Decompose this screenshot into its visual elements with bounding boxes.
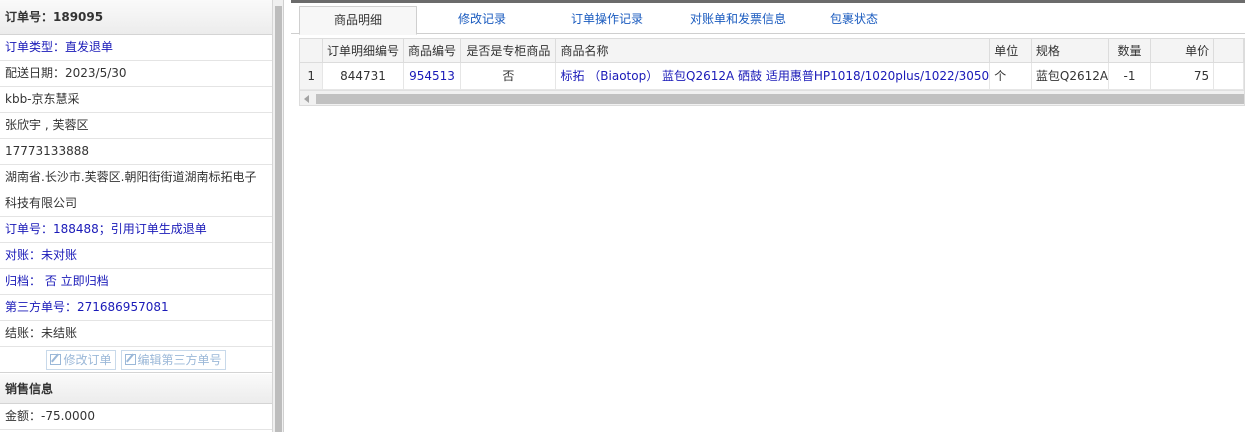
order-info-panel: 订单号：189095 订单类型：直发退单 配送日期：2023/5/30 kbb-…: [0, 0, 273, 432]
order-number-header: 订单号：189095: [0, 0, 272, 35]
edit-icon: [124, 354, 136, 365]
col-header-unit[interactable]: 单位: [989, 39, 1032, 63]
tab-change-log[interactable]: 修改记录: [437, 6, 527, 34]
edit-icon: [50, 354, 62, 365]
tab-statement-invoice[interactable]: 对账单和发票信息: [673, 6, 803, 34]
col-header-qty[interactable]: 数量: [1108, 39, 1151, 63]
cell-product-no-link[interactable]: 954513: [403, 62, 462, 90]
left-scrollbar[interactable]: [275, 6, 282, 432]
scroll-left-arrow-icon[interactable]: [304, 95, 309, 103]
contact-name: 张欣宇 , 芙蓉区: [0, 113, 272, 139]
col-header-product-name[interactable]: 商品名称: [555, 39, 991, 63]
cell-detail-no: 844731: [322, 62, 404, 90]
customer-channel: kbb-京东慧采: [0, 87, 272, 113]
edit-order-button[interactable]: 修改订单: [46, 349, 116, 370]
address-line-1: 湖南省.长沙市.芙蓉区.朝阳街街道湖南标拓电子: [5, 170, 257, 184]
cell-filler: [1213, 62, 1244, 90]
tabs-top-border: [291, 0, 1245, 3]
order-type: 订单类型：直发退单: [0, 35, 272, 61]
row-number: 1: [300, 62, 324, 90]
cell-price: 75: [1150, 62, 1215, 90]
row-number-header: [300, 39, 324, 63]
cell-unit: 个: [989, 62, 1032, 90]
edit-order-label: 修改订单: [63, 352, 112, 367]
edit-third-party-label: 编辑第三方单号: [137, 352, 222, 367]
col-header-is-counter[interactable]: 是否是专柜商品: [460, 39, 557, 63]
order-detail-area: 商品明细 修改记录 订单操作记录 对账单和发票信息 包裹状态 订单明细编号 商品…: [291, 0, 1245, 432]
table-row[interactable]: 1 844731 954513 否 标拓 （Biaotop） 蓝包Q2612A …: [300, 62, 1244, 90]
tab-product-details[interactable]: 商品明细: [299, 6, 417, 35]
address-line-2: 科技有限公司: [0, 191, 272, 217]
grid-header-row: 订单明细编号 商品编号 是否是专柜商品 商品名称 单位 规格 数量 单价: [300, 39, 1244, 63]
product-grid: 订单明细编号 商品编号 是否是专柜商品 商品名称 单位 规格 数量 单价 1 8…: [299, 38, 1245, 106]
col-header-detail-no[interactable]: 订单明细编号: [322, 39, 404, 63]
panel-splitter[interactable]: [273, 0, 284, 432]
sales-info-header: 销售信息: [0, 374, 272, 404]
archive-status[interactable]: 归档： 否 立即归档: [0, 269, 272, 295]
grid-horizontal-scrollbar[interactable]: [300, 90, 1244, 105]
edit-third-party-button[interactable]: 编辑第三方单号: [120, 349, 226, 370]
col-header-spec[interactable]: 规格: [1031, 39, 1110, 63]
referenced-order[interactable]: 订单号：188488；引用订单生成退单: [0, 217, 272, 243]
tab-package-status[interactable]: 包裹状态: [821, 6, 887, 34]
cell-is-counter: 否: [460, 62, 557, 90]
contact-phone: 17773133888: [0, 139, 272, 165]
tab-order-operation-log[interactable]: 订单操作记录: [553, 6, 661, 34]
reconciliation-status[interactable]: 对账：未对账: [0, 243, 272, 269]
col-header-filler: [1213, 39, 1244, 63]
cell-qty: -1: [1108, 62, 1151, 90]
detail-tabs: 商品明细 修改记录 订单操作记录 对账单和发票信息 包裹状态: [291, 0, 1245, 35]
delivery-date: 配送日期：2023/5/30: [0, 61, 272, 87]
cell-spec: 蓝包Q2612A: [1031, 62, 1110, 90]
sales-amount: 金额：-75.0000: [0, 404, 272, 430]
product-table: 订单明细编号 商品编号 是否是专柜商品 商品名称 单位 规格 数量 单价 1 8…: [300, 39, 1244, 90]
col-header-product-no[interactable]: 商品编号: [403, 39, 462, 63]
cell-product-name-link[interactable]: 标拓 （Biaotop） 蓝包Q2612A 硒鼓 适用惠普HP1018/1020…: [555, 62, 991, 90]
scrollbar-thumb[interactable]: [316, 94, 1244, 104]
settlement-status: 结账：未结账: [0, 321, 272, 347]
col-header-price[interactable]: 单价: [1150, 39, 1215, 63]
third-party-order-no[interactable]: 第三方单号：271686957081: [0, 295, 272, 321]
order-action-buttons: 修改订单 编辑第三方单号: [0, 347, 272, 373]
